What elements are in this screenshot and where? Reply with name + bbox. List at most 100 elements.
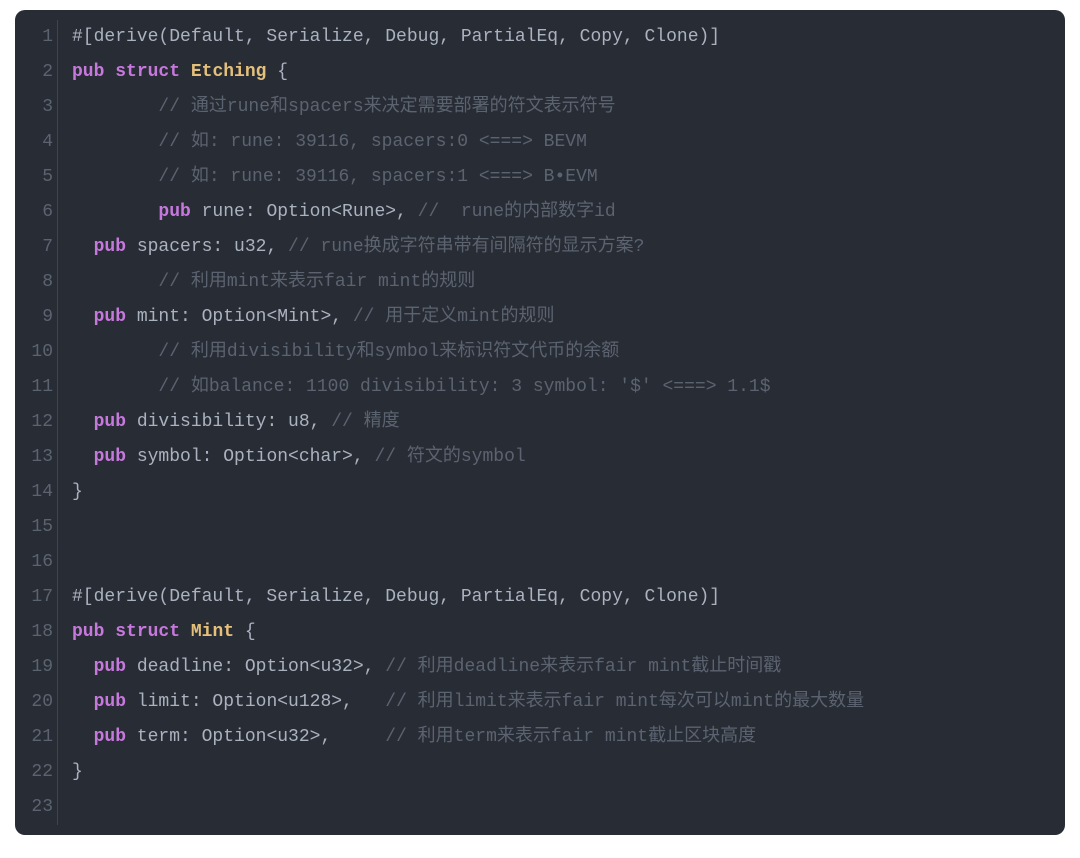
code-line: 7 pub spacers: u32, // rune换成字符串带有间隔符的显示… <box>15 230 1065 265</box>
line-content: #[derive(Default, Serialize, Debug, Part… <box>58 580 720 615</box>
code-token <box>104 62 115 82</box>
line-number: 12 <box>15 405 58 440</box>
code-line: 6 pub rune: Option<Rune>, // rune的内部数字id <box>15 195 1065 230</box>
code-token: // 利用divisibility和symbol来标识符文代币的余额 <box>158 342 619 362</box>
line-content: // 利用divisibility和symbol来标识符文代币的余额 <box>58 335 619 370</box>
code-token: { <box>234 622 256 642</box>
line-content: pub mint: Option<Mint>, // 用于定义mint的规则 <box>58 300 554 335</box>
line-content <box>58 510 72 545</box>
code-line: 1 #[derive(Default, Serialize, Debug, Par… <box>15 20 1065 55</box>
code-line: 11 // 如balance: 1100 divisibility: 3 sym… <box>15 370 1065 405</box>
code-token: struct <box>115 62 180 82</box>
code-token <box>72 202 158 222</box>
code-token: { <box>266 62 288 82</box>
code-token: deadline: Option<u32>, <box>126 657 385 677</box>
code-token: spacers: u32, <box>126 237 288 257</box>
line-number: 9 <box>15 300 58 335</box>
code-token: #[derive(Default, Serialize, Debug, Part… <box>72 27 720 47</box>
code-token: pub <box>72 62 104 82</box>
code-block: 1 #[derive(Default, Serialize, Debug, Par… <box>15 10 1065 835</box>
code-token: // 如: rune: 39116, spacers:1 <===> B•EVM <box>158 167 597 187</box>
code-token: // 利用deadline来表示fair mint截止时间戳 <box>385 657 781 677</box>
line-number: 7 <box>15 230 58 265</box>
line-number: 2 <box>15 55 58 90</box>
code-line: 12 pub divisibility: u8, // 精度 <box>15 405 1065 440</box>
line-content <box>58 545 72 580</box>
code-token: Mint <box>191 622 234 642</box>
code-token: rune: Option<Rune>, <box>191 202 418 222</box>
code-token <box>72 132 158 152</box>
code-token: limit: Option<u128>, <box>126 692 385 712</box>
code-token: #[derive(Default, Serialize, Debug, Part… <box>72 587 720 607</box>
code-token <box>72 377 158 397</box>
code-line: 9 pub mint: Option<Mint>, // 用于定义mint的规则 <box>15 300 1065 335</box>
code-line: 14} <box>15 475 1065 510</box>
code-token: pub <box>94 447 126 467</box>
code-token <box>180 62 191 82</box>
line-number: 23 <box>15 790 58 825</box>
code-token: // 通过rune和spacers来决定需要部署的符文表示符号 <box>158 97 615 117</box>
line-content: pub rune: Option<Rune>, // rune的内部数字id <box>58 195 616 230</box>
line-content: pub limit: Option<u128>, // 利用limit来表示fa… <box>58 685 864 720</box>
line-content: } <box>58 475 83 510</box>
code-token <box>180 622 191 642</box>
code-token: // 精度 <box>331 412 399 432</box>
code-line: 21 pub term: Option<u32>, // 利用term来表示fa… <box>15 720 1065 755</box>
code-token <box>72 447 94 467</box>
line-number: 18 <box>15 615 58 650</box>
line-number: 13 <box>15 440 58 475</box>
line-content: pub divisibility: u8, // 精度 <box>58 405 400 440</box>
code-token: pub <box>94 692 126 712</box>
line-number: 1 <box>15 20 58 55</box>
code-token: } <box>72 762 83 782</box>
line-content: pub deadline: Option<u32>, // 利用deadline… <box>58 650 781 685</box>
code-token: struct <box>115 622 180 642</box>
code-line: 20 pub limit: Option<u128>, // 利用limit来表… <box>15 685 1065 720</box>
code-token: // 如balance: 1100 divisibility: 3 symbol… <box>158 377 770 397</box>
code-token: pub <box>94 657 126 677</box>
code-line: 19 pub deadline: Option<u32>, // 利用deadl… <box>15 650 1065 685</box>
line-number: 21 <box>15 720 58 755</box>
code-line: 8 // 利用mint来表示fair mint的规则 <box>15 265 1065 300</box>
line-content: // 通过rune和spacers来决定需要部署的符文表示符号 <box>58 90 616 125</box>
code-token: Etching <box>191 62 267 82</box>
line-content: pub struct Etching { <box>58 55 288 90</box>
code-token <box>72 307 94 327</box>
code-token: } <box>72 482 83 502</box>
code-token <box>72 692 94 712</box>
line-content: // 利用mint来表示fair mint的规则 <box>58 265 475 300</box>
line-number: 10 <box>15 335 58 370</box>
code-token <box>104 622 115 642</box>
line-number: 11 <box>15 370 58 405</box>
code-token <box>72 167 158 187</box>
code-token: // rune换成字符串带有间隔符的显示方案? <box>288 237 644 257</box>
line-number: 15 <box>15 510 58 545</box>
code-token: // rune的内部数字id <box>418 202 616 222</box>
line-number: 22 <box>15 755 58 790</box>
line-number: 14 <box>15 475 58 510</box>
code-token: // 利用mint来表示fair mint的规则 <box>158 272 475 292</box>
code-token <box>72 412 94 432</box>
line-content: // 如: rune: 39116, spacers:1 <===> B•EVM <box>58 160 598 195</box>
code-token: // 利用limit来表示fair mint每次可以mint的最大数量 <box>385 692 864 712</box>
line-content: pub struct Mint { <box>58 615 256 650</box>
code-token <box>72 727 94 747</box>
code-token: pub <box>72 622 104 642</box>
line-content: #[derive(Default, Serialize, Debug, Part… <box>58 20 720 55</box>
line-number: 8 <box>15 265 58 300</box>
line-number: 3 <box>15 90 58 125</box>
code-line: 15 <box>15 510 1065 545</box>
code-line: 18pub struct Mint { <box>15 615 1065 650</box>
line-content: pub symbol: Option<char>, // 符文的symbol <box>58 440 526 475</box>
line-content: pub spacers: u32, // rune换成字符串带有间隔符的显示方案… <box>58 230 644 265</box>
line-number: 19 <box>15 650 58 685</box>
code-token <box>72 237 94 257</box>
code-line: 17#[derive(Default, Serialize, Debug, Pa… <box>15 580 1065 615</box>
code-token <box>72 657 94 677</box>
code-token: mint: Option<Mint>, <box>126 307 353 327</box>
code-token <box>72 272 158 292</box>
code-line: 16 <box>15 545 1065 580</box>
code-token: symbol: Option<char>, <box>126 447 374 467</box>
code-token: pub <box>94 237 126 257</box>
line-content: // 如balance: 1100 divisibility: 3 symbol… <box>58 370 771 405</box>
